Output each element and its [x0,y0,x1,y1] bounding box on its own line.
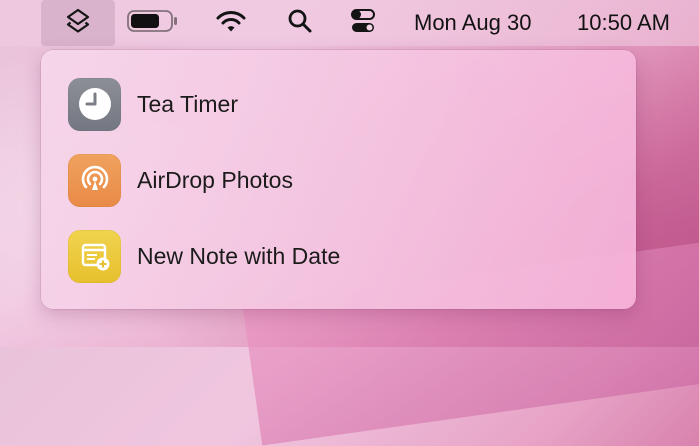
menu-item-tea-timer[interactable]: Tea Timer [41,66,636,142]
control-center-menu-extra[interactable] [340,0,386,46]
wifi-icon [215,8,247,39]
menu-item-airdrop-photos[interactable]: AirDrop Photos [41,142,636,218]
shortcuts-dropdown-menu: Tea Timer AirDrop Photos New Note with D… [41,50,636,309]
spotlight-menu-extra[interactable] [280,0,320,46]
menu-item-new-note-with-date[interactable]: New Note with Date [41,218,636,294]
clock-icon [68,77,121,131]
battery-icon [125,8,181,39]
menu-bar: Mon Aug 30 10:50 AM [0,0,699,46]
battery-menu-extra[interactable] [124,0,182,46]
control-center-icon [348,6,378,41]
menu-item-label: AirDrop Photos [137,166,293,193]
menu-item-label: Tea Timer [137,90,238,117]
shortcuts-stack-icon [64,7,92,40]
airdrop-icon [68,153,121,207]
menu-bar-date[interactable]: Mon Aug 30 [407,0,574,46]
note-add-icon [68,229,121,283]
menu-item-label: New Note with Date [137,242,341,269]
shortcuts-menu-extra[interactable] [41,0,115,46]
wifi-menu-extra[interactable] [210,0,252,46]
spotlight-search-icon [286,7,314,40]
menu-bar-time[interactable]: 10:50 AM [570,0,699,46]
